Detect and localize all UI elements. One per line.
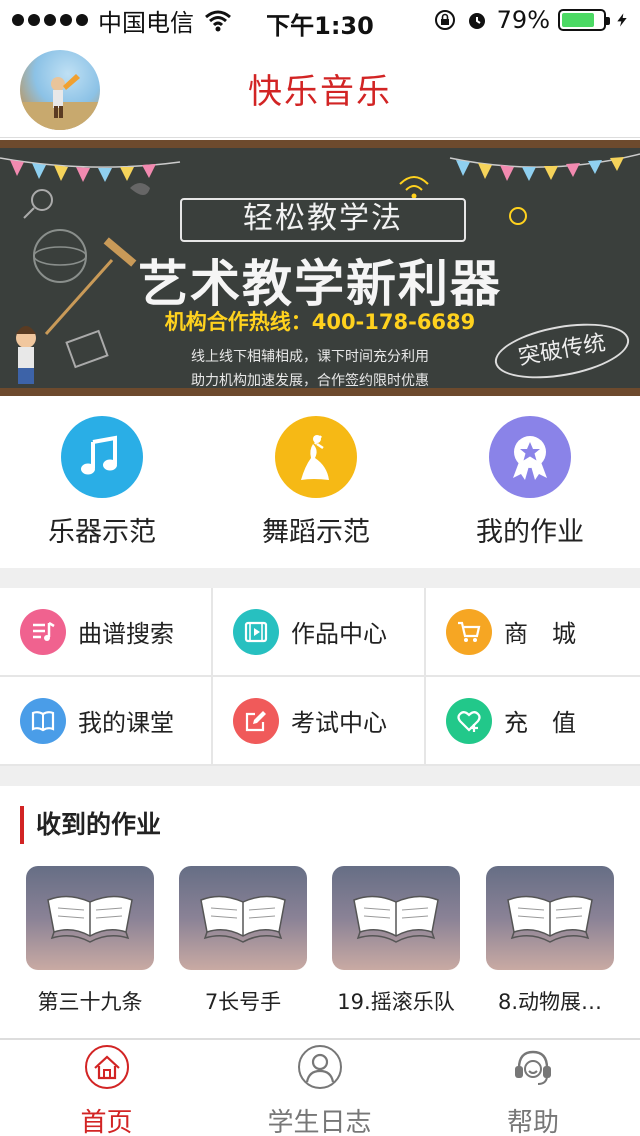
award-badge-icon <box>513 436 547 480</box>
app-header: 快乐音乐 <box>0 40 640 138</box>
music-note-icon <box>81 435 117 475</box>
cell-label: 曲谱搜索 <box>78 620 174 648</box>
quick-actions: 乐器示范 舞蹈示范 我的作业 <box>0 396 640 568</box>
recharge-item[interactable]: 充 值 <box>426 677 640 766</box>
homework-cover <box>332 866 460 970</box>
qa-circle-2 <box>489 416 571 498</box>
battery-fill <box>562 13 594 27</box>
charging-bolt-icon <box>617 13 627 27</box>
cart-icon <box>458 621 481 642</box>
qa-circle-1 <box>275 416 357 498</box>
tab-student-log[interactable]: 学生日志 <box>213 1044 426 1136</box>
mall-item[interactable]: 商 城 <box>426 588 640 677</box>
homework-card[interactable]: 8.动物展… <box>486 866 614 1016</box>
battery-percent: 79% <box>496 6 550 34</box>
homework-title: 第三十九条 <box>37 990 143 1014</box>
cell-icon-2 <box>446 608 492 655</box>
tab-label: 学生日志 <box>267 1108 372 1136</box>
banner-hotline: 机构合作热线：400-178-6689 <box>164 310 476 334</box>
headset-icon <box>515 1050 551 1085</box>
rotation-lock-icon <box>434 10 455 30</box>
homework-cover <box>486 866 614 970</box>
my-classroom-item[interactable]: 我的课堂 <box>0 677 213 766</box>
status-bar: 中国电信 下午1:30 79% <box>0 0 640 40</box>
qa-label: 乐器示范 <box>48 517 156 548</box>
home-icon <box>84 1045 129 1089</box>
exam-center-item[interactable]: 考试中心 <box>213 677 426 766</box>
music-score-icon <box>33 621 55 641</box>
qa-label: 我的作业 <box>476 517 584 548</box>
promo-banner[interactable]: 轻松教学法 艺术教学新利器 机构合作热线：400-178-6689 线上线下相辅… <box>0 140 640 396</box>
homework-title: 19.摇滚乐队 <box>337 990 455 1014</box>
recharge-icon <box>457 710 481 732</box>
cell-label: 充 值 <box>504 709 576 737</box>
function-grid: 曲谱搜索 作品中心 商 城 我的课堂 考试中心 充 值 <box>0 588 640 766</box>
section-divider <box>0 766 640 786</box>
tab-home[interactable]: 首页 <box>0 1044 213 1136</box>
section-divider <box>0 568 640 588</box>
instrument-demo-button[interactable]: 乐器示范 <box>2 416 202 549</box>
user-icon <box>297 1045 342 1089</box>
cell-icon-0 <box>20 608 66 655</box>
edit-icon <box>245 710 266 731</box>
banner-subtitle: 轻松教学法 <box>180 198 466 242</box>
open-book-icon <box>353 895 439 943</box>
cell-icon-3 <box>20 697 66 744</box>
banner-line-1: 线上线下相辅相成，课下时间充分利用 <box>191 349 429 365</box>
book-open-icon <box>31 710 55 731</box>
homework-title: 7长号手 <box>204 990 282 1014</box>
status-right: 79% <box>433 6 630 34</box>
tab-label: 首页 <box>80 1108 133 1136</box>
cell-label: 考试中心 <box>291 709 387 737</box>
qa-circle-0 <box>61 416 143 498</box>
received-homework-section: 收到的作业 第三十九条 7长号手 19.摇滚乐队 8.动物展… <box>0 786 640 1038</box>
open-book-icon <box>47 895 133 943</box>
score-search-item[interactable]: 曲谱搜索 <box>0 588 213 677</box>
cell-icon-4 <box>233 697 279 744</box>
homework-card[interactable]: 第三十九条 <box>26 866 154 1016</box>
homework-card[interactable]: 19.摇滚乐队 <box>332 866 460 1016</box>
qa-label: 舞蹈示范 <box>262 517 370 548</box>
page-title: 快乐音乐 <box>248 72 392 112</box>
banner-line-2: 助力机构加速发展，合作签约限时优惠 <box>191 373 429 389</box>
homework-cover <box>26 866 154 970</box>
open-book-icon <box>507 895 593 943</box>
works-center-item[interactable]: 作品中心 <box>213 588 426 677</box>
homework-cover <box>179 866 307 970</box>
dancer-icon <box>301 435 329 480</box>
cell-label: 作品中心 <box>291 620 387 648</box>
homework-card[interactable]: 7长号手 <box>179 866 307 1016</box>
section-title: 收到的作业 <box>20 806 161 844</box>
battery-icon <box>558 9 610 31</box>
cell-label: 我的课堂 <box>78 709 174 737</box>
cell-label: 商 城 <box>504 620 576 648</box>
alarm-icon <box>468 13 485 29</box>
video-play-icon <box>244 621 268 642</box>
cell-icon-5 <box>446 697 492 744</box>
dance-demo-button[interactable]: 舞蹈示范 <box>216 416 416 549</box>
bottom-tab-bar: 首页 学生日志 帮助 <box>0 1038 640 1136</box>
homework-title: 8.动物展… <box>497 990 603 1014</box>
cell-icon-1 <box>233 608 279 655</box>
open-book-icon <box>200 895 286 943</box>
tab-label: 帮助 <box>506 1108 559 1136</box>
tab-help[interactable]: 帮助 <box>426 1044 640 1136</box>
my-homework-button[interactable]: 我的作业 <box>430 416 630 549</box>
